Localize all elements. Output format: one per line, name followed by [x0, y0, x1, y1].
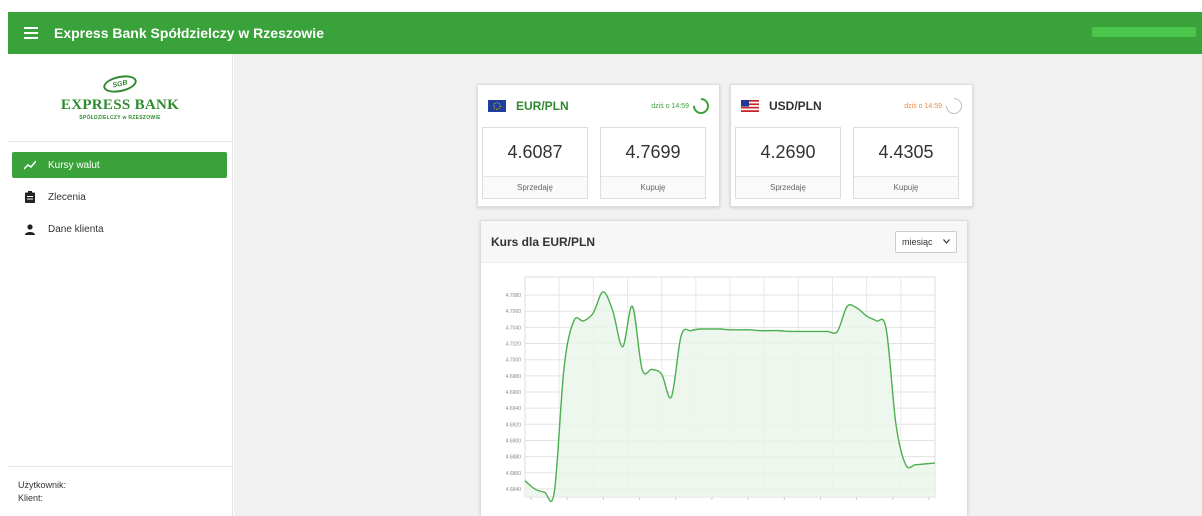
rate-card-usd: USD/PLN dziś o 14:59 4.2690 Sprzedaję 4.…: [730, 84, 973, 207]
sidebar-item-kursy-walut[interactable]: Kursy walut: [12, 152, 227, 178]
y-tick-label: 4.6960: [506, 390, 522, 396]
logo-sub-text: SPÓŁDZIELCZY w RZESZOWIE: [79, 115, 161, 121]
sgb-logo-icon: SGB: [101, 72, 139, 96]
sell-rate-value: 4.6087: [507, 141, 563, 162]
sell-rate-value: 4.2690: [760, 141, 816, 162]
currency-pair: EUR/PLN: [516, 99, 569, 113]
refresh-icon[interactable]: [689, 94, 713, 118]
currency-pair: USD/PLN: [769, 99, 822, 113]
y-tick-label: 4.7080: [506, 293, 522, 299]
us-flag-icon: [741, 100, 759, 112]
y-tick-label: 4.6900: [506, 438, 522, 444]
main-content: EUR/PLN dziś o 14:59 4.6087 Sprzedaję 4.…: [234, 54, 1202, 516]
sidebar-item-label: Dane klienta: [48, 223, 104, 235]
sidebar-nav: Kursy walut Zlecenia Dane klienta: [8, 142, 232, 242]
user-info[interactable]: [1092, 27, 1196, 37]
period-select[interactable]: miesiąc: [895, 230, 957, 253]
clipboard-icon: [24, 191, 36, 203]
buy-rate-box[interactable]: 4.7699 Kupuję: [600, 127, 706, 199]
sell-rate-box[interactable]: 4.2690 Sprzedaję: [735, 127, 841, 199]
app-title: Express Bank Spółdzielczy w Rzeszowie: [54, 25, 324, 41]
sidebar-item-label: Zlecenia: [48, 191, 86, 203]
y-tick-label: 4.6860: [506, 471, 522, 477]
sell-rate-box[interactable]: 4.6087 Sprzedaję: [482, 127, 588, 199]
y-tick-label: 4.7020: [506, 342, 522, 348]
eu-flag-icon: [488, 100, 506, 112]
menu-icon[interactable]: [24, 27, 38, 39]
period-select-value: miesiąc: [902, 236, 933, 247]
y-tick-label: 4.7000: [506, 358, 522, 364]
y-tick-label: 4.6920: [506, 422, 522, 428]
updated-time: dziś o 14:59: [651, 94, 713, 118]
chart-title: Kurs dla EUR/PLN: [491, 234, 596, 249]
sidebar: SGB EXPRESS BANK SPÓŁDZIELCZY w RZESZOWI…: [8, 54, 233, 516]
buy-rate-label: Kupuję: [854, 176, 958, 198]
updated-time: dziś o 14:59: [904, 94, 966, 118]
user-label: Użytkownik:: [18, 480, 67, 490]
user-footer: Użytkownik: Klient:: [8, 466, 232, 516]
y-tick-label: 4.6940: [506, 406, 522, 412]
buy-rate-value: 4.4305: [878, 141, 934, 162]
y-tick-label: 4.6880: [506, 455, 522, 461]
rate-card-eur: EUR/PLN dziś o 14:59 4.6087 Sprzedaję 4.…: [477, 84, 720, 207]
buy-rate-box[interactable]: 4.4305 Kupuję: [853, 127, 959, 199]
sell-rate-label: Sprzedaję: [736, 176, 840, 198]
chart-card: Kurs dla EUR/PLN miesiąc 4.7080 4.7060 4.7…: [480, 220, 968, 516]
buy-rate-value: 4.7699: [625, 141, 681, 162]
chevron-down-icon: [943, 239, 950, 244]
client-label: Klient:: [18, 493, 44, 503]
refresh-icon[interactable]: [942, 94, 966, 118]
sidebar-item-zlecenia[interactable]: Zlecenia: [12, 184, 227, 210]
bank-logo[interactable]: SGB EXPRESS BANK SPÓŁDZIELCZY w RZESZOWI…: [8, 54, 232, 142]
rate-chart[interactable]: 4.7080 4.7060 4.7040 4.7020 4.7000 4.6980 4.69…: [481, 263, 967, 516]
y-tick-label: 4.6840: [506, 487, 522, 493]
y-tick-label: 4.7060: [506, 309, 522, 315]
person-icon: [24, 223, 36, 235]
y-tick-label: 4.7040: [506, 325, 522, 331]
top-bar: Express Bank Spółdzielczy w Rzeszowie: [8, 12, 1202, 54]
sidebar-item-dane-klienta[interactable]: Dane klienta: [12, 216, 227, 242]
trend-icon: [24, 159, 36, 171]
y-tick-label: 4.6980: [506, 374, 522, 380]
buy-rate-label: Kupuję: [601, 176, 705, 198]
logo-main-text: EXPRESS BANK: [60, 97, 180, 113]
sell-rate-label: Sprzedaję: [483, 176, 587, 198]
sidebar-item-label: Kursy walut: [48, 159, 100, 171]
